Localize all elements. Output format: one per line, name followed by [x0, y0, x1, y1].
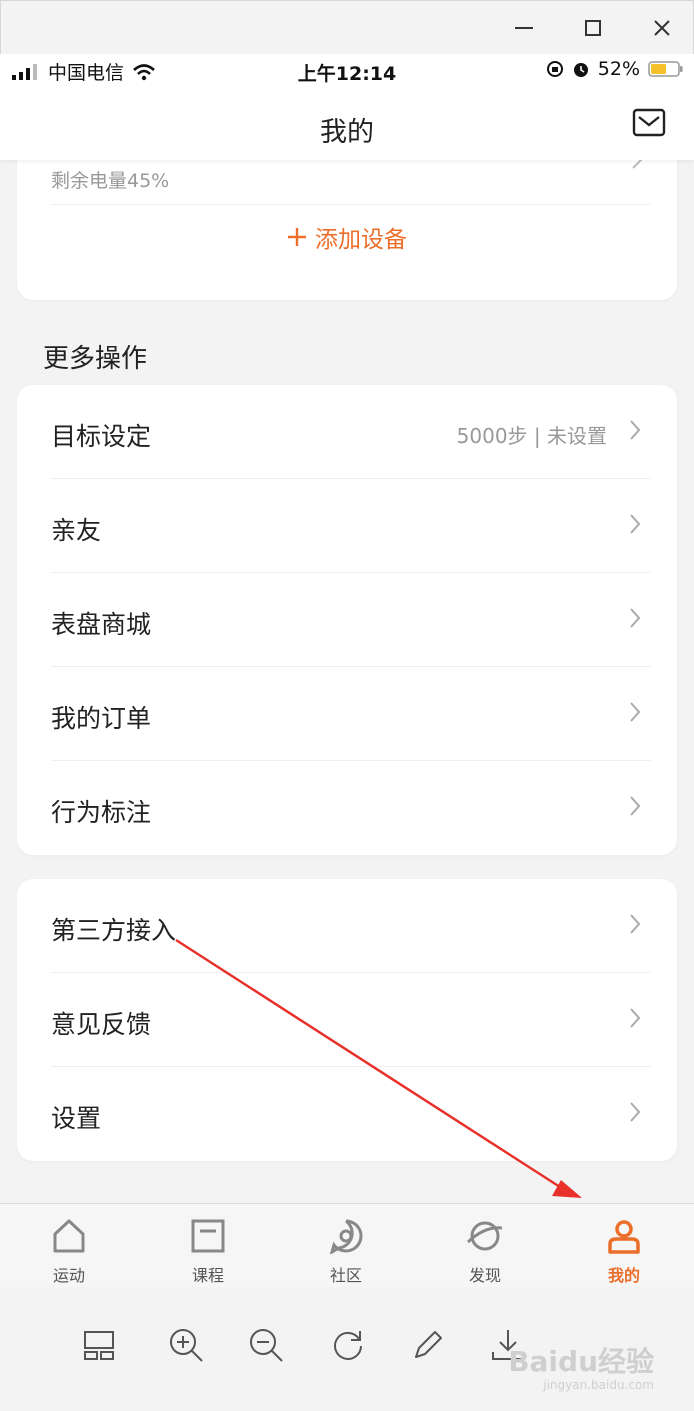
orientation-lock-icon — [546, 61, 563, 77]
chevron-right-icon — [629, 419, 641, 445]
tab-bar: 运动 课程 社区 发现 我的 — [0, 1203, 694, 1287]
more-actions-card: 目标设定 5000步 | 未设置 亲友 表盘商城 我的订单 行为标注 — [17, 385, 677, 855]
tab-mine[interactable]: 我的 — [579, 1216, 669, 1286]
device-battery-text: 剩余电量45% — [51, 170, 170, 192]
layout-button[interactable] — [79, 1325, 119, 1365]
zoom-in-button[interactable] — [166, 1325, 206, 1365]
chevron-right-icon — [629, 795, 641, 821]
zoom-out-button[interactable] — [246, 1325, 286, 1365]
list-item-behavior-tagging[interactable]: 行为标注 — [17, 761, 677, 855]
mail-icon — [632, 108, 666, 137]
tab-discover[interactable]: 发现 — [440, 1216, 530, 1286]
tab-community[interactable]: 社区 — [301, 1216, 391, 1286]
chevron-right-icon — [629, 607, 641, 633]
profile-icon — [579, 1216, 669, 1256]
course-icon — [163, 1216, 253, 1256]
close-icon — [654, 20, 670, 36]
message-button[interactable] — [632, 108, 666, 142]
tab-label: 社区 — [329, 1266, 362, 1285]
list-item-my-orders[interactable]: 我的订单 — [17, 667, 677, 761]
profile-content[interactable]: 剩余电量45% 添加设备 更多操作 目标设定 5000步 | 未设置 亲友 表盘… — [0, 160, 694, 1203]
tab-course[interactable]: 课程 — [163, 1216, 253, 1286]
window-titlebar — [0, 0, 694, 54]
chevron-right-icon — [629, 701, 641, 727]
tab-label: 课程 — [191, 1266, 224, 1285]
home-icon — [24, 1216, 114, 1256]
section-title: 更多操作 — [43, 344, 148, 374]
minimize-icon — [515, 27, 533, 29]
discover-icon — [440, 1216, 530, 1256]
list-item-label: 亲友 — [51, 516, 102, 545]
status-bar: 中国电信 上午12:14 52% — [0, 54, 694, 90]
battery-percent: 52% — [597, 58, 640, 80]
layout-icon — [84, 1331, 114, 1360]
plus-icon — [288, 228, 306, 246]
goal-value: 5000步 | 未设置 — [456, 424, 607, 448]
battery-icon — [648, 61, 683, 77]
list-item-goal-setting[interactable]: 目标设定 5000步 | 未设置 — [17, 385, 677, 479]
edit-button[interactable] — [408, 1325, 448, 1365]
list-item-label: 目标设定 — [51, 422, 152, 451]
navigation-bar: 我的 — [0, 90, 694, 160]
list-item-label: 行为标注 — [51, 798, 152, 827]
close-button[interactable] — [645, 11, 679, 45]
chevron-right-icon — [629, 513, 641, 539]
add-device-label: 添加设备 — [315, 227, 407, 253]
zoom-in-icon — [170, 1329, 203, 1362]
add-device-button[interactable]: 添加设备 — [17, 220, 677, 254]
tab-label: 发现 — [468, 1266, 501, 1285]
watermark-logo: Baidu经验 — [508, 1345, 654, 1378]
chevron-right-icon — [631, 160, 643, 174]
list-item-feedback[interactable]: 意见反馈 — [17, 973, 677, 1067]
chevron-right-icon — [629, 1007, 641, 1033]
list-item-label: 表盘商城 — [51, 610, 152, 639]
device-card: 剩余电量45% 添加设备 — [17, 160, 677, 300]
pencil-icon — [415, 1331, 442, 1358]
list-item-watchface-store[interactable]: 表盘商城 — [17, 573, 677, 667]
list-item-label: 我的订单 — [51, 704, 152, 733]
maximize-button[interactable] — [576, 11, 610, 45]
list-item-third-party[interactable]: 第三方接入 — [17, 879, 677, 973]
rotate-icon — [334, 1331, 362, 1360]
maximize-icon — [585, 20, 601, 36]
chevron-right-icon — [629, 1101, 641, 1127]
list-item-friends[interactable]: 亲友 — [17, 479, 677, 573]
alarm-icon — [573, 63, 588, 77]
settings-card: 第三方接入 意见反馈 设置 — [17, 879, 677, 1161]
divider — [51, 204, 651, 205]
rotate-button[interactable] — [328, 1325, 368, 1365]
tab-label: 运动 — [52, 1266, 85, 1285]
minimize-button[interactable] — [507, 11, 541, 45]
zoom-out-icon — [250, 1329, 283, 1362]
tab-sport[interactable]: 运动 — [24, 1216, 114, 1286]
community-icon — [301, 1216, 391, 1256]
list-item-label: 意见反馈 — [51, 1010, 152, 1039]
list-item-settings[interactable]: 设置 — [17, 1067, 677, 1161]
tab-label: 我的 — [607, 1266, 640, 1285]
list-item-label: 设置 — [51, 1104, 102, 1133]
list-item-label: 第三方接入 — [51, 916, 177, 945]
page-title: 我的 — [320, 117, 374, 148]
watermark-url: jingyan.baidu.com — [543, 1378, 654, 1392]
chevron-right-icon — [629, 913, 641, 939]
